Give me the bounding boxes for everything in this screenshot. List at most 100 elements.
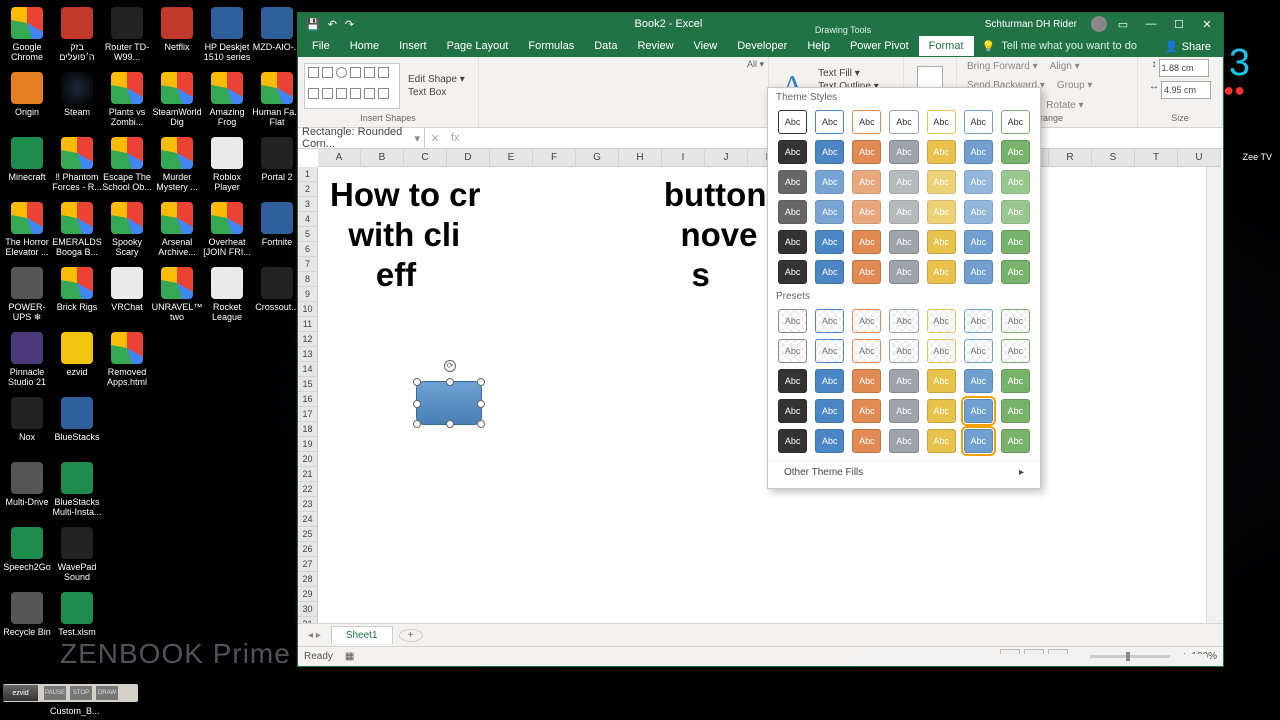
- desktop-icon[interactable]: Escape The School Ob...: [102, 134, 152, 199]
- style-swatch[interactable]: Abc: [778, 339, 807, 363]
- scrollbar-vertical[interactable]: [1206, 167, 1223, 623]
- desktop-icon[interactable]: [152, 329, 202, 394]
- desktop-icon[interactable]: Amazing Frog: [202, 69, 252, 134]
- desktop-icon[interactable]: Minecraft: [2, 134, 52, 199]
- avatar[interactable]: [1091, 16, 1107, 32]
- desktop-icon[interactable]: Netflix: [152, 4, 202, 69]
- style-swatch[interactable]: Abc: [889, 110, 918, 134]
- sheet-nav[interactable]: ◂ ▸: [298, 630, 331, 641]
- desktop-icon[interactable]: Recycle Bin: [2, 589, 52, 654]
- spreadsheet-grid[interactable]: ABCDEFGHIJKLMNOPQRSTU 123456789101112131…: [298, 149, 1223, 623]
- other-theme-fills[interactable]: Other Theme Fills▸: [768, 460, 1040, 484]
- desktop-icon[interactable]: [202, 524, 252, 589]
- desktop-icon[interactable]: בזק ה׳פועלים: [52, 4, 102, 69]
- style-swatch[interactable]: Abc: [852, 110, 881, 134]
- style-swatch[interactable]: Abc: [964, 170, 993, 194]
- style-swatch[interactable]: Abc: [1001, 309, 1030, 333]
- style-swatch[interactable]: Abc: [927, 140, 956, 164]
- style-swatch[interactable]: Abc: [964, 399, 993, 423]
- rotate-button[interactable]: Rotate ▾: [1042, 99, 1087, 112]
- recorder-stop[interactable]: STOP: [70, 686, 92, 700]
- desktop-icon[interactable]: BlueStacks Multi-Insta...: [52, 459, 102, 524]
- style-swatch[interactable]: Abc: [815, 200, 844, 224]
- style-swatch[interactable]: Abc: [852, 260, 881, 284]
- menu-home[interactable]: Home: [340, 36, 389, 56]
- style-swatch[interactable]: Abc: [815, 339, 844, 363]
- style-swatch[interactable]: Abc: [778, 399, 807, 423]
- style-swatch[interactable]: Abc: [1001, 230, 1030, 254]
- desktop-icon[interactable]: Arsenal Archive...: [152, 199, 202, 264]
- desktop-icon[interactable]: [252, 329, 302, 394]
- style-swatch[interactable]: Abc: [964, 429, 993, 453]
- style-swatch[interactable]: Abc: [964, 309, 993, 333]
- desktop-icon[interactable]: [102, 524, 152, 589]
- style-swatch[interactable]: Abc: [889, 309, 918, 333]
- style-swatch[interactable]: Abc: [852, 429, 881, 453]
- tell-me[interactable]: 💡Tell me what you want to do: [982, 40, 1137, 53]
- minimize-icon[interactable]: —: [1139, 14, 1163, 34]
- desktop-icon[interactable]: [252, 394, 302, 459]
- desktop-icon[interactable]: Human Fa... Flat: [252, 69, 302, 134]
- bring-forward-button[interactable]: Bring Forward ▾: [963, 60, 1042, 73]
- style-swatch[interactable]: Abc: [889, 339, 918, 363]
- style-swatch[interactable]: Abc: [964, 110, 993, 134]
- style-swatch[interactable]: Abc: [815, 369, 844, 393]
- style-swatch[interactable]: Abc: [1001, 170, 1030, 194]
- undo-icon[interactable]: ↶: [328, 18, 337, 31]
- style-swatch[interactable]: Abc: [778, 369, 807, 393]
- style-swatch[interactable]: Abc: [927, 110, 956, 134]
- style-swatch[interactable]: Abc: [889, 399, 918, 423]
- menu-formulas[interactable]: Formulas: [518, 36, 584, 56]
- menu-data[interactable]: Data: [584, 36, 627, 56]
- style-swatch[interactable]: Abc: [1001, 429, 1030, 453]
- desktop-icon[interactable]: Crossout...: [252, 264, 302, 329]
- desktop-icon[interactable]: HP Deskjet 1510 series: [202, 4, 252, 69]
- style-swatch[interactable]: Abc: [927, 399, 956, 423]
- style-swatch[interactable]: Abc: [852, 140, 881, 164]
- shapes-gallery[interactable]: [304, 63, 400, 109]
- align-button[interactable]: Align ▾: [1046, 60, 1084, 73]
- add-sheet-button[interactable]: +: [399, 629, 423, 642]
- menu-file[interactable]: File: [302, 36, 340, 56]
- style-swatch[interactable]: Abc: [889, 429, 918, 453]
- desktop-icon[interactable]: [202, 329, 252, 394]
- desktop-icon[interactable]: Plants vs Zombi...: [102, 69, 152, 134]
- edit-shape-button[interactable]: Edit Shape ▾: [404, 73, 469, 86]
- styles-more-button[interactable]: All ▾: [747, 59, 764, 70]
- desktop-icon[interactable]: [102, 394, 152, 459]
- menu-view[interactable]: View: [684, 36, 728, 56]
- style-swatch[interactable]: Abc: [927, 339, 956, 363]
- desktop-icon[interactable]: Spooky Scary Skeletons ...: [102, 199, 152, 264]
- style-swatch[interactable]: Abc: [815, 399, 844, 423]
- style-swatch[interactable]: Abc: [964, 200, 993, 224]
- desktop-icon[interactable]: [252, 524, 302, 589]
- style-swatch[interactable]: Abc: [778, 429, 807, 453]
- style-swatch[interactable]: Abc: [927, 170, 956, 194]
- style-swatch[interactable]: Abc: [815, 260, 844, 284]
- desktop-icon[interactable]: BlueStacks: [52, 394, 102, 459]
- style-swatch[interactable]: Abc: [778, 260, 807, 284]
- desktop-icon[interactable]: [202, 394, 252, 459]
- desktop-icon[interactable]: VRChat: [102, 264, 152, 329]
- desktop-icon[interactable]: Steam: [52, 69, 102, 134]
- desktop-icon[interactable]: Fortnite: [252, 199, 302, 264]
- style-swatch[interactable]: Abc: [1001, 110, 1030, 134]
- desktop-icon[interactable]: WavePad Sound Editor: [52, 524, 102, 589]
- style-swatch[interactable]: Abc: [889, 140, 918, 164]
- style-swatch[interactable]: Abc: [1001, 200, 1030, 224]
- desktop-icon[interactable]: UNRAVEL™ two: [152, 264, 202, 329]
- style-swatch[interactable]: Abc: [778, 110, 807, 134]
- style-swatch[interactable]: Abc: [1001, 399, 1030, 423]
- desktop-icon[interactable]: MZD-AIO-...: [252, 4, 302, 69]
- macro-icon[interactable]: ▦: [345, 651, 354, 662]
- style-swatch[interactable]: Abc: [927, 200, 956, 224]
- style-swatch[interactable]: Abc: [964, 140, 993, 164]
- text-box-button[interactable]: Text Box: [404, 86, 469, 99]
- desktop-icon[interactable]: Origin: [2, 69, 52, 134]
- style-swatch[interactable]: Abc: [889, 170, 918, 194]
- style-swatch[interactable]: Abc: [1001, 369, 1030, 393]
- cancel-fx-icon[interactable]: ✕: [431, 132, 440, 145]
- style-swatch[interactable]: Abc: [815, 230, 844, 254]
- style-swatch[interactable]: Abc: [778, 230, 807, 254]
- menu-power-pivot[interactable]: Power Pivot: [840, 36, 919, 56]
